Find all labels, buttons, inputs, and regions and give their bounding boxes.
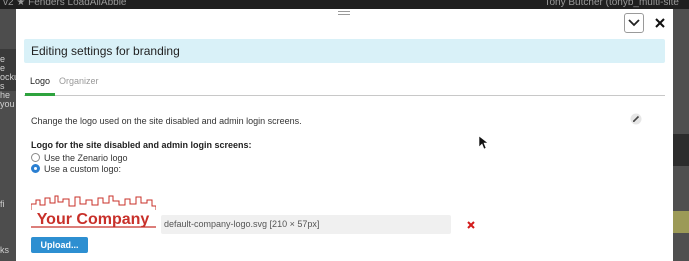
radio-button[interactable] bbox=[31, 153, 40, 162]
radio-button-selected[interactable] bbox=[31, 164, 40, 173]
background-fragment: ks bbox=[0, 245, 9, 255]
collapse-button[interactable] bbox=[624, 13, 644, 33]
settings-modal: Editing settings for branding Logo Organ… bbox=[16, 9, 673, 261]
chevron-down-icon bbox=[628, 19, 640, 27]
logo-preview-text: Your Company bbox=[37, 211, 150, 228]
radio-label: Use a custom logo: bbox=[44, 163, 122, 174]
radio-label: Use the Zenario logo bbox=[44, 152, 128, 163]
background-fragment: fi bbox=[0, 199, 5, 209]
background-left-panel: e e ockup s he you fi ks bbox=[0, 9, 24, 261]
close-button[interactable] bbox=[650, 13, 670, 33]
tab-organizer[interactable]: Organizer bbox=[59, 76, 99, 86]
background-right-olive-strip bbox=[673, 211, 689, 233]
background-header: v2 ★ Fenders LoadAllAbble Tony Butcher (… bbox=[0, 0, 689, 9]
background-user-name: Tony Butcher (tonyb_multi-site bbox=[544, 0, 679, 8]
tab-logo[interactable]: Logo bbox=[30, 76, 50, 86]
delete-x-icon[interactable] bbox=[466, 220, 476, 230]
modal-title: Editing settings for branding bbox=[31, 44, 180, 58]
logo-field-label: Logo for the site disabled and admin log… bbox=[31, 140, 252, 150]
radio-option-custom-logo[interactable]: Use a custom logo: bbox=[31, 163, 121, 174]
drag-handle-icon[interactable] bbox=[338, 11, 350, 19]
background-right-dark-strip bbox=[673, 134, 689, 166]
company-logo-preview: Your Company bbox=[31, 195, 156, 228]
upload-button[interactable]: Upload... bbox=[31, 237, 88, 253]
background-fragment: you bbox=[0, 99, 15, 109]
settings-description: Change the logo used on the site disable… bbox=[31, 116, 302, 126]
radio-option-zenario-logo[interactable]: Use the Zenario logo bbox=[31, 152, 128, 163]
background-header-left-text: v2 ★ Fenders LoadAllAbble bbox=[3, 0, 127, 8]
logo-filename: default-company-logo.svg [210 × 57px] bbox=[164, 219, 320, 229]
pencil-icon[interactable] bbox=[630, 113, 642, 125]
background-right-panel bbox=[673, 9, 689, 261]
logo-filename-field: default-company-logo.svg [210 × 57px] bbox=[161, 215, 451, 234]
modal-title-bar: Editing settings for branding bbox=[24, 39, 665, 63]
close-icon bbox=[655, 18, 665, 28]
mouse-cursor-icon bbox=[479, 136, 489, 150]
tab-bar: Logo Organizer bbox=[24, 73, 665, 96]
active-tab-indicator bbox=[25, 93, 55, 96]
